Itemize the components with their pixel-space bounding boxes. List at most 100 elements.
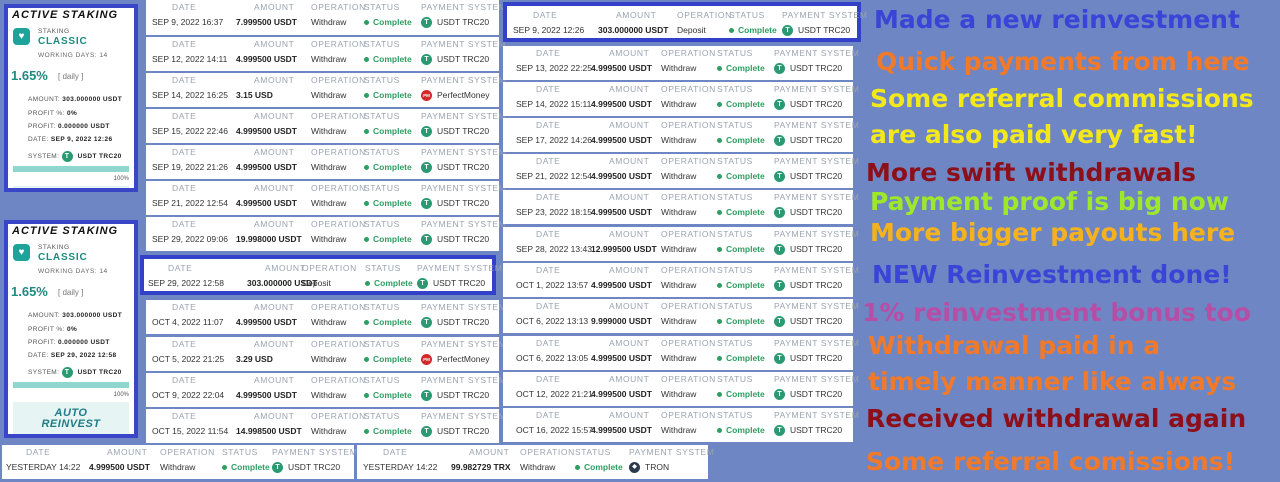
tx-payment-system: T USDT TRC20 — [774, 244, 843, 256]
transaction-panel: DATE AMOUNT OPERATION STATUS PAYMENT SYSTEM O… — [146, 300, 506, 334]
tx-payment-system-label: USDT TRC20 — [437, 126, 490, 136]
tx-status: Complete — [729, 25, 777, 35]
tether-icon: T — [421, 198, 432, 210]
date-header: DATE — [383, 447, 408, 457]
brand-top: STAKING — [38, 244, 70, 251]
status-header: STATUS — [717, 229, 753, 239]
tx-date: SEP 19, 2022 21:26 — [152, 162, 228, 172]
status-dot-icon — [364, 165, 369, 171]
date-header: DATE — [536, 48, 561, 58]
operation-header: OPERATION — [661, 192, 716, 202]
tx-operation: Withdraw — [661, 135, 697, 145]
tx-amount: 4.999500 USDT — [236, 317, 297, 327]
tx-date: OCT 5, 2022 21:25 — [152, 354, 225, 364]
tether-icon: T — [61, 367, 73, 378]
progress-bar — [13, 166, 129, 172]
tx-status: Complete — [364, 17, 412, 27]
tx-payment-system: T USDT TRC20 — [774, 316, 842, 328]
value: 303.000000 USDT — [62, 312, 123, 319]
transaction-panel: DATE AMOUNT OPERATION STATUS PAYMENT SYSTEM Y… — [357, 445, 714, 479]
tx-date: SEP 29, 2022 09:06 — [152, 234, 228, 244]
auto-reinvest-line2: REINVEST — [41, 418, 101, 430]
status-header: STATUS — [717, 120, 753, 130]
tx-status-label: Complete — [738, 25, 777, 35]
tx-amount: 3.29 USD — [236, 354, 273, 364]
value: USDT TRC20 — [77, 153, 122, 161]
amount-header: AMOUNT — [254, 183, 295, 193]
tx-status: Complete — [717, 244, 765, 254]
tx-operation: Withdraw — [311, 390, 347, 400]
date-header: DATE — [172, 219, 197, 229]
tx-payment-system-label: USDT TRC20 — [790, 63, 843, 73]
operation-header: OPERATION — [311, 375, 366, 385]
transaction-panel: DATE AMOUNT OPERATION STATUS PAYMENT SYSTEM S… — [503, 154, 859, 188]
perfectmoney-icon: PM — [421, 354, 432, 366]
auto-reinvest-button[interactable]: AUTOREINVEST — [13, 402, 129, 434]
tx-status: Complete — [364, 390, 412, 400]
tx-payment-system: T USDT TRC20 — [421, 426, 490, 438]
tx-amount: 4.999500 USDT — [591, 353, 652, 363]
date-header: DATE — [536, 156, 561, 166]
status-header: STATUS — [717, 84, 753, 94]
amount-header: AMOUNT — [254, 39, 295, 49]
label: SYSTEM: — [28, 369, 60, 377]
transaction-panel: DATE AMOUNT OPERATION STATUS PAYMENT SYSTEM S… — [503, 82, 859, 116]
tx-status-label: Complete — [373, 90, 412, 100]
operation-header: OPERATION — [661, 156, 716, 166]
status-dot-icon — [365, 281, 370, 287]
tx-date: SEP 15, 2022 22:46 — [152, 126, 228, 136]
tx-payment-system-label: USDT TRC20 — [437, 54, 490, 64]
tx-status-label: Complete — [374, 278, 413, 288]
caption-text: NEW Reinvestment done! — [872, 260, 1232, 289]
tx-payment-system-label: USDT TRC20 — [288, 462, 341, 472]
tx-date: YESTERDAY 14:22 — [363, 462, 438, 472]
tx-amount: 12.999500 USDT — [591, 244, 657, 254]
transaction-panel: DATE AMOUNT OPERATION STATUS PAYMENT SYSTEM O… — [503, 263, 859, 297]
tx-payment-system-label: USDT TRC20 — [437, 426, 490, 436]
date-header: DATE — [26, 447, 51, 457]
tx-date: SEP 9, 2022 16:37 — [152, 17, 224, 27]
tx-payment-system: T USDT TRC20 — [774, 135, 842, 147]
transaction-panel: DATE AMOUNT OPERATION STATUS PAYMENT SYSTEM S… — [146, 109, 506, 143]
date-header: DATE — [172, 339, 197, 349]
tx-payment-system-label: USDT TRC20 — [790, 244, 843, 254]
status-header: STATUS — [364, 75, 400, 85]
staking-logo-icon: ♥ — [13, 28, 30, 45]
date-header: DATE — [172, 411, 197, 421]
auto-reinvest-button[interactable]: AUTOREINVEST — [13, 186, 129, 188]
amount-header: AMOUNT — [609, 301, 650, 311]
transaction-panel: DATE AMOUNT OPERATION STATUS PAYMENT SYSTEM S… — [146, 73, 506, 107]
tx-status: Complete — [717, 280, 765, 290]
amount-header: AMOUNT — [254, 375, 295, 385]
tether-icon: T — [774, 207, 785, 219]
operation-header: OPERATION — [661, 410, 716, 420]
operation-header: OPERATION — [311, 339, 366, 349]
status-dot-icon — [717, 428, 722, 434]
date-header: DATE — [536, 374, 561, 384]
tx-status: Complete — [717, 207, 765, 217]
tx-operation: Withdraw — [311, 126, 347, 136]
progress-label: 100% — [113, 176, 129, 182]
transaction-panel: DATE AMOUNT OPERATION STATUS PAYMENT SYSTEM O… — [503, 408, 859, 442]
tx-payment-system: T USDT TRC20 — [417, 278, 485, 290]
tx-amount: 4.999500 USDT — [591, 389, 652, 399]
payment-system-header: PAYMENT SYSTEM — [421, 219, 507, 229]
tx-status: Complete — [364, 234, 412, 244]
card-amount: AMOUNT: 303.000000 USDT — [28, 96, 122, 103]
payment-system-header: PAYMENT SYSTEM — [782, 10, 868, 20]
tx-payment-system: T USDT TRC20 — [421, 54, 490, 66]
tx-payment-system: T USDT TRC20 — [782, 25, 850, 37]
operation-header: OPERATION — [311, 111, 366, 121]
highlighted-transaction-panel: DATE AMOUNT OPERATION STATUS PAYMENT SYSTEM S… — [140, 255, 502, 295]
progress-bar — [13, 382, 129, 388]
progress-fill — [13, 166, 129, 172]
status-dot-icon — [717, 356, 722, 362]
progress-fill — [13, 382, 129, 388]
date-header: DATE — [536, 301, 561, 311]
transaction-panel: DATE AMOUNT OPERATION STATUS PAYMENT SYSTEM O… — [503, 299, 859, 333]
amount-header: AMOUNT — [107, 447, 148, 457]
tx-status-label: Complete — [726, 353, 765, 363]
operation-header: OPERATION — [311, 75, 366, 85]
status-dot-icon — [575, 465, 580, 471]
caption-text: More bigger payouts here — [870, 218, 1236, 247]
